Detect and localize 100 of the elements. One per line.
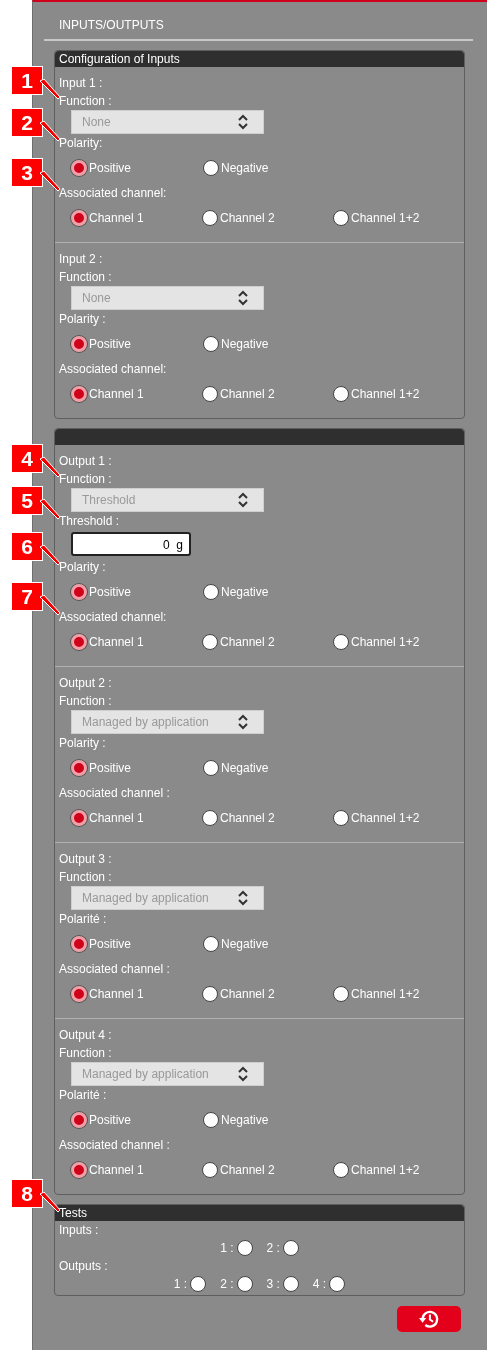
radio-label: Negative — [221, 1113, 269, 1127]
field-label: Function : — [59, 270, 112, 284]
chevron-icon — [237, 114, 249, 130]
callout-number: 4 — [11, 444, 43, 473]
callout-arrow — [40, 595, 60, 615]
radio-button[interactable] — [71, 760, 87, 776]
callout-arrow — [40, 171, 60, 191]
callout-arrow — [40, 121, 60, 141]
radio-label: Positive — [89, 761, 132, 775]
test-label: Inputs : — [58, 1222, 100, 1239]
led-label: 2 : — [220, 1277, 234, 1291]
radio-label: Channel 2 — [220, 811, 275, 825]
radio-button[interactable] — [333, 386, 349, 402]
radio-label: Channel 1+2 — [351, 987, 420, 1001]
radio-button[interactable] — [202, 1162, 218, 1178]
radio-button[interactable] — [203, 336, 219, 352]
callout-number: 1 — [11, 66, 43, 95]
radio-button[interactable] — [333, 634, 349, 650]
radio-button[interactable] — [203, 160, 219, 176]
radio-button[interactable] — [202, 986, 218, 1002]
field-label: Associated channel: — [59, 362, 167, 376]
radio-label: Channel 1 — [89, 211, 144, 225]
chevron-icon — [237, 492, 249, 508]
radio-label: Positive — [89, 585, 132, 599]
callout-number: 5 — [11, 486, 43, 515]
group-title: Input 2 : — [58, 251, 104, 268]
radio-button[interactable] — [71, 336, 87, 352]
group-title: Input 1 : — [58, 75, 104, 92]
field-label: Polarité : — [59, 912, 107, 926]
chevron-icon — [237, 290, 249, 306]
radio-button[interactable] — [333, 810, 349, 826]
radio-label: Channel 1+2 — [351, 1163, 420, 1177]
radio-button[interactable] — [71, 1112, 87, 1128]
radio-label: Positive — [89, 337, 132, 351]
radio-button[interactable] — [202, 634, 218, 650]
led-label: 1 : — [220, 1241, 234, 1255]
radio-button[interactable] — [71, 810, 87, 826]
radio-button[interactable] — [203, 936, 219, 952]
callout-number: 7 — [11, 582, 43, 611]
restore-button[interactable] — [397, 1306, 461, 1332]
radio-label: Negative — [221, 585, 269, 599]
field-label: Polarité : — [59, 1088, 107, 1102]
radio-label: Channel 1+2 — [351, 387, 420, 401]
radio-button[interactable] — [203, 584, 219, 600]
callout-number: 2 — [11, 108, 43, 137]
field-label: Threshold : — [59, 514, 120, 528]
field-label: Function : — [59, 94, 112, 108]
radio-label: Channel 2 — [220, 1163, 275, 1177]
callout-number: 3 — [11, 158, 43, 187]
radio-label: Channel 1+2 — [351, 211, 420, 225]
radio-label: Channel 1+2 — [351, 811, 420, 825]
led-label: 4 : — [312, 1277, 327, 1291]
field-label: Polarity : — [59, 560, 106, 574]
radio-button[interactable] — [71, 584, 87, 600]
radio-button[interactable] — [71, 210, 87, 226]
number-field[interactable]: 0 g — [71, 532, 191, 556]
radio-button[interactable] — [71, 160, 87, 176]
radio-button[interactable] — [71, 386, 87, 402]
callout-number: 8 — [11, 1179, 43, 1208]
callout-number: 6 — [11, 532, 43, 561]
radio-button[interactable] — [333, 1162, 349, 1178]
group-title: Output 2 : — [58, 675, 113, 692]
radio-label: Channel 1 — [89, 387, 144, 401]
radio-button[interactable] — [71, 1162, 87, 1178]
radio-button[interactable] — [71, 936, 87, 952]
radio-button[interactable] — [203, 760, 219, 776]
radio-label: Channel 2 — [220, 211, 275, 225]
field-label: Associated channel: — [59, 186, 167, 200]
section-title: Tests — [59, 1206, 87, 1220]
radio-button[interactable] — [333, 986, 349, 1002]
chevron-icon — [237, 714, 249, 730]
panel-title: INPUTS/OUTPUTS — [58, 17, 165, 33]
field-label: Associated channel : — [59, 1138, 170, 1152]
radio-label: Negative — [221, 337, 269, 351]
radio-label: Negative — [221, 761, 269, 775]
group-title: Output 3 : — [58, 851, 113, 868]
radio-button[interactable] — [202, 810, 218, 826]
radio-button[interactable] — [202, 210, 218, 226]
radio-label: Negative — [221, 937, 269, 951]
radio-button[interactable] — [71, 634, 87, 650]
callout-arrow — [40, 79, 60, 99]
field-label: Polarity: — [59, 136, 103, 150]
group-title: Output 1 : — [58, 453, 113, 470]
history-icon — [418, 1308, 440, 1330]
radio-label: Channel 1 — [89, 987, 144, 1001]
radio-button[interactable] — [203, 1112, 219, 1128]
callout-arrow — [40, 545, 60, 565]
callout-arrow — [40, 457, 60, 477]
radio-button[interactable] — [71, 986, 87, 1002]
radio-label: Positive — [89, 1113, 132, 1127]
led-label: 3 : — [266, 1277, 280, 1291]
field-label: Polarity : — [59, 736, 106, 750]
group-title: Output 4 : — [58, 1027, 113, 1044]
radio-label: Channel 2 — [220, 987, 275, 1001]
radio-button[interactable] — [333, 210, 349, 226]
led-label: 1 : — [173, 1277, 188, 1291]
radio-button[interactable] — [202, 386, 218, 402]
chevron-icon — [237, 1066, 249, 1082]
radio-label: Channel 1 — [89, 811, 144, 825]
radio-label: Channel 2 — [220, 387, 275, 401]
